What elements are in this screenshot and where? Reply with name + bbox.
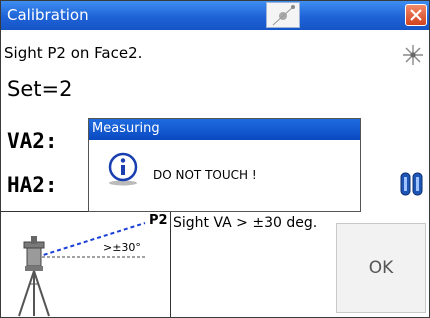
sight-instruction-panel: Sight VA > ±30 deg.: [172, 211, 332, 317]
ha2-label: HA2:: [7, 173, 58, 197]
laser-plumb-icon[interactable]: [266, 2, 300, 28]
dialog-message: DO NOT TOUCH !: [153, 168, 257, 182]
window-title: Calibration: [7, 6, 89, 24]
title-bar: Calibration: [1, 1, 429, 30]
measuring-dialog: Measuring DO NOT TOUCH !: [88, 118, 361, 212]
info-icon: [103, 152, 143, 190]
star-laser-icon[interactable]: [401, 43, 425, 71]
dialog-title-bar: Measuring: [89, 119, 360, 140]
point-label: P2: [149, 213, 168, 228]
sight-va-text: Sight VA > ±30 deg.: [173, 215, 318, 231]
angle-label: >±30°: [103, 241, 141, 254]
close-button[interactable]: [405, 4, 427, 26]
va2-label: VA2:: [7, 129, 58, 153]
instruction-text: Sight P2 on Face2.: [4, 44, 143, 62]
instrument-tripod-icon: [18, 236, 50, 317]
battery-icon: [399, 169, 425, 203]
calibration-window: Calibration Sight P2 on Face2. Set=2 VA2…: [0, 0, 430, 318]
dialog-title: Measuring: [92, 121, 160, 136]
close-icon: [410, 9, 422, 21]
ok-button[interactable]: OK: [336, 223, 426, 313]
sight-illustration: P2 >±30°: [1, 211, 171, 317]
set-label: Set=2: [7, 77, 73, 101]
